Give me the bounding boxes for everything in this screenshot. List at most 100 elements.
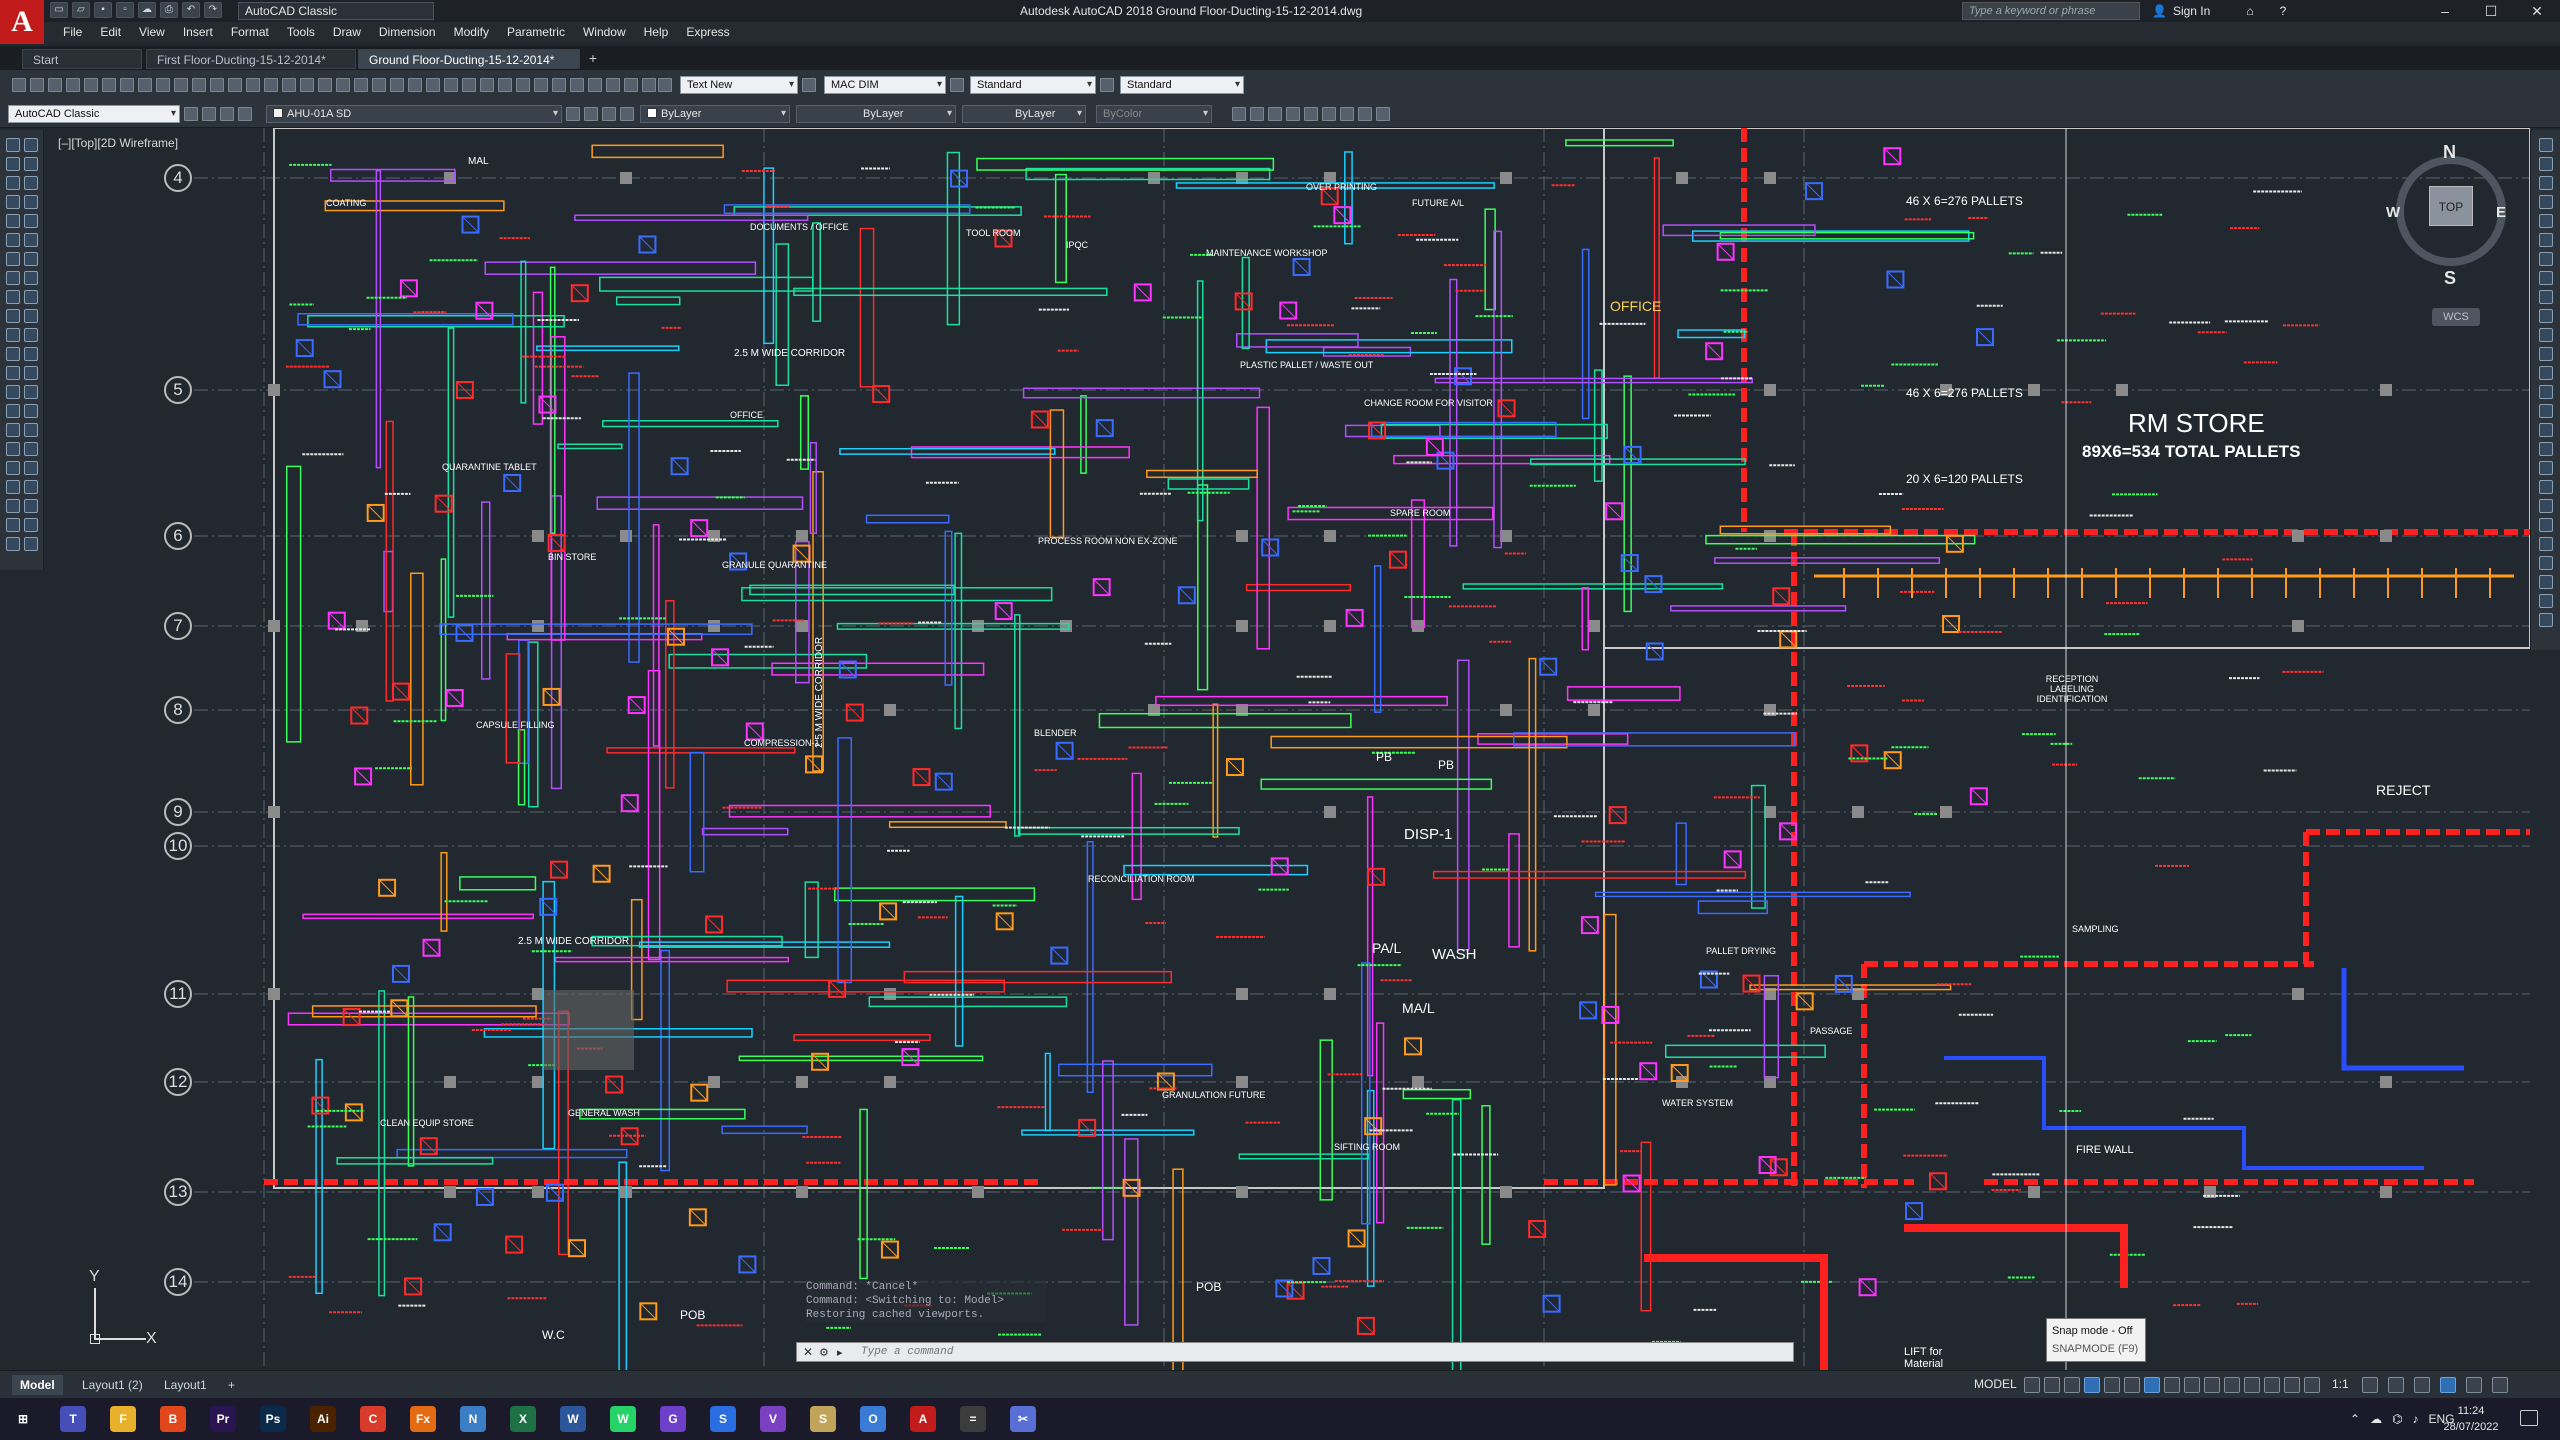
- open-icon[interactable]: [30, 78, 44, 92]
- osnap-track-icon[interactable]: [2124, 1377, 2140, 1393]
- tab-first-floor[interactable]: First Floor-Ducting-15-12-2014*: [146, 49, 356, 69]
- new-tab-icon[interactable]: +: [584, 51, 602, 67]
- tab-ground-floor[interactable]: Ground Floor-Ducting-15-12-2014*: [358, 49, 580, 69]
- command-input[interactable]: [855, 1344, 1793, 1360]
- menu-express[interactable]: Express: [677, 25, 738, 39]
- save-icon[interactable]: ▪: [94, 2, 112, 18]
- draw-tool-icon[interactable]: [6, 176, 20, 190]
- draw-tool-icon[interactable]: [6, 252, 20, 266]
- draw-tool-icon[interactable]: [6, 461, 20, 475]
- toolbar-tool-icon[interactable]: [354, 78, 368, 92]
- modify-tool-icon[interactable]: [24, 423, 38, 437]
- toolbar-tool-icon[interactable]: [1340, 107, 1354, 121]
- viewport-controls-label[interactable]: [–][Top][2D Wireframe]: [58, 136, 178, 150]
- snipping-icon[interactable]: ✂: [1010, 1406, 1036, 1432]
- preview-icon[interactable]: [84, 78, 98, 92]
- modify-tool-icon[interactable]: [24, 537, 38, 551]
- save-icon[interactable]: [48, 78, 62, 92]
- close-icon[interactable]: ✕: [797, 1343, 819, 1361]
- toolbar-tool-icon[interactable]: [1286, 107, 1300, 121]
- toolbar-tool-icon[interactable]: [408, 78, 422, 92]
- cloud-icon[interactable]: ☁: [2370, 1412, 2382, 1426]
- annotation-visibility-icon[interactable]: [2224, 1377, 2240, 1393]
- layer-isolate-icon[interactable]: [620, 107, 634, 121]
- close-button[interactable]: ✕: [2514, 0, 2560, 22]
- grid-icon[interactable]: [2024, 1377, 2040, 1393]
- workspace-select[interactable]: AutoCAD Classic: [8, 105, 180, 123]
- tab-layout1[interactable]: Layout1: [156, 1375, 215, 1395]
- gear-icon[interactable]: [184, 107, 198, 121]
- dimension-tool-icon[interactable]: [2539, 347, 2553, 361]
- toolbar-tool-icon[interactable]: [606, 78, 620, 92]
- ortho-icon[interactable]: [2064, 1377, 2080, 1393]
- premiere-icon[interactable]: Pr: [210, 1406, 236, 1432]
- recent-commands-icon[interactable]: ▸: [837, 1346, 855, 1359]
- draw-tool-icon[interactable]: [6, 442, 20, 456]
- dim-style-dropdown[interactable]: MAC DIM: [824, 76, 946, 94]
- dimension-tool-icon[interactable]: [2539, 594, 2553, 608]
- modify-tool-icon[interactable]: [24, 366, 38, 380]
- clock[interactable]: 11:24 28/07/2022: [2436, 1403, 2506, 1435]
- file-explorer-icon[interactable]: F: [110, 1406, 136, 1432]
- toolbar-tool-icon[interactable]: [1250, 107, 1264, 121]
- chrome-icon[interactable]: C: [360, 1406, 386, 1432]
- draw-tool-icon[interactable]: [6, 138, 20, 152]
- toolbar-tool-icon[interactable]: [282, 78, 296, 92]
- dimension-tool-icon[interactable]: [2539, 537, 2553, 551]
- modify-tool-icon[interactable]: [24, 157, 38, 171]
- new-file-icon[interactable]: ▭: [50, 2, 68, 18]
- search-input[interactable]: Type a keyword or phrase: [1962, 2, 2140, 20]
- cloud-icon[interactable]: ☁: [138, 2, 156, 18]
- open-file-icon[interactable]: ▱: [72, 2, 90, 18]
- autocad-logo-icon[interactable]: A: [0, 0, 44, 44]
- maximize-button[interactable]: ☐: [2468, 0, 2514, 22]
- toolbar-tool-icon[interactable]: [1358, 107, 1372, 121]
- compass-east[interactable]: E: [2496, 204, 2506, 221]
- illustrator-icon[interactable]: Ai: [310, 1406, 336, 1432]
- viewcube[interactable]: TOP N S E W WCS: [2386, 142, 2516, 326]
- plot-icon[interactable]: [66, 78, 80, 92]
- volume-icon[interactable]: ♪: [2413, 1412, 2419, 1426]
- modify-tool-icon[interactable]: [24, 290, 38, 304]
- tab-layout1-2[interactable]: Layout1 (2): [74, 1375, 151, 1395]
- teams-icon[interactable]: T: [60, 1406, 86, 1432]
- osnap-icon[interactable]: [2144, 1377, 2160, 1393]
- vscode-icon[interactable]: V: [760, 1406, 786, 1432]
- modify-tool-icon[interactable]: [24, 195, 38, 209]
- dimension-tool-icon[interactable]: [2539, 575, 2553, 589]
- undo-icon[interactable]: ↶: [182, 2, 200, 18]
- layer-state-icon[interactable]: [220, 107, 234, 121]
- dimension-tool-icon[interactable]: [2539, 613, 2553, 627]
- toolbar-tool-icon[interactable]: [336, 78, 350, 92]
- toolbar-tool-icon[interactable]: [498, 78, 512, 92]
- compass-south[interactable]: S: [2444, 268, 2456, 289]
- menu-dimension[interactable]: Dimension: [370, 25, 445, 39]
- notepad-icon[interactable]: N: [460, 1406, 486, 1432]
- polar-icon[interactable]: [2084, 1377, 2100, 1393]
- menu-help[interactable]: Help: [635, 25, 678, 39]
- wcs-menu[interactable]: WCS: [2432, 308, 2480, 326]
- menu-tools[interactable]: Tools: [278, 25, 324, 39]
- draw-tool-icon[interactable]: [6, 214, 20, 228]
- dimension-tool-icon[interactable]: [2539, 480, 2553, 494]
- draw-tool-icon[interactable]: [6, 290, 20, 304]
- firefox-icon[interactable]: Fx: [410, 1406, 436, 1432]
- dimension-tool-icon[interactable]: [2539, 556, 2553, 570]
- dimension-tool-icon[interactable]: [2539, 195, 2553, 209]
- workspace-dropdown[interactable]: AutoCAD Classic: [238, 2, 434, 20]
- help-icon[interactable]: ?: [2280, 4, 2287, 18]
- draw-tool-icon[interactable]: [6, 385, 20, 399]
- dimension-tool-icon[interactable]: [2539, 461, 2553, 475]
- dimension-tool-icon[interactable]: [2539, 290, 2553, 304]
- onedrive-icon[interactable]: O: [860, 1406, 886, 1432]
- table-style-icon[interactable]: [950, 78, 964, 92]
- draw-tool-icon[interactable]: [6, 195, 20, 209]
- menu-modify[interactable]: Modify: [445, 25, 498, 39]
- toolbar-tool-icon[interactable]: [642, 78, 656, 92]
- tab-start[interactable]: Start: [22, 49, 142, 69]
- linetype-dropdown[interactable]: ByLayer: [796, 105, 956, 123]
- toolbar-tool-icon[interactable]: [210, 78, 224, 92]
- toolbar-tool-icon[interactable]: [1268, 107, 1282, 121]
- units-icon[interactable]: [2304, 1377, 2320, 1393]
- lock-ui-icon[interactable]: [2388, 1377, 2404, 1393]
